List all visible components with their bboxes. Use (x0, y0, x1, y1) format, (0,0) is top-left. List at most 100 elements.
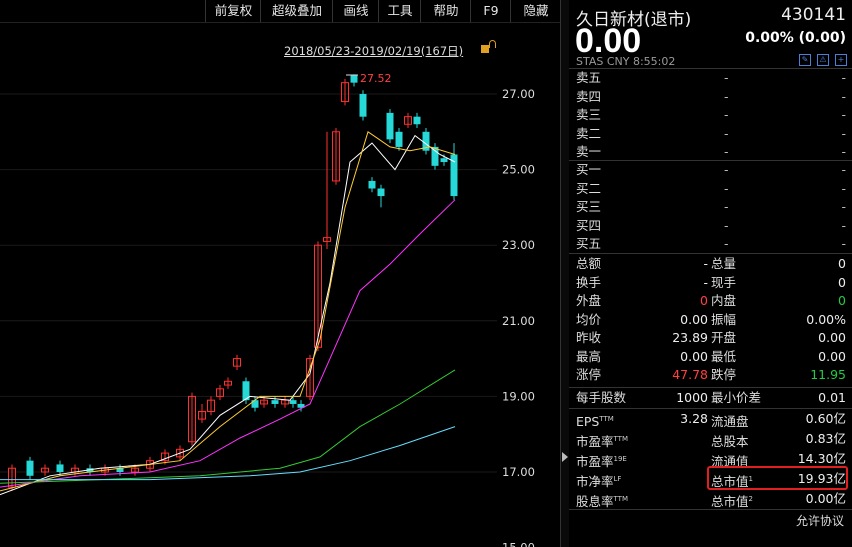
candle-body (386, 112, 394, 140)
orderbook-row[interactable]: 买三 - - (569, 198, 852, 216)
orderbook-level-label: 买三 (576, 199, 602, 214)
stat-label: 昨收 (576, 330, 602, 345)
expand-arrow-icon[interactable] (562, 452, 568, 462)
y-tick-label: 23.00 (502, 238, 535, 252)
orderbook-volume: - (841, 107, 846, 122)
stat-value: 23.89 (672, 330, 708, 345)
stat-label: 外盘 (576, 293, 602, 308)
fundamental-row: 股息率TTM 总市值2 0.00亿 (569, 490, 852, 510)
fundamental-value: 0.60亿 (805, 411, 846, 426)
orderbook-level-label: 卖五 (576, 70, 602, 85)
orderbook-price: - (724, 162, 729, 177)
orderbook-price: - (724, 107, 729, 122)
orderbook-volume: - (841, 162, 846, 177)
fundamental-label: 流通盘 (711, 414, 749, 430)
stat-value: 11.95 (810, 367, 846, 382)
add-icon[interactable]: + (835, 54, 847, 66)
orderbook-level-label: 卖二 (576, 125, 602, 141)
stat-label: 换手 (576, 274, 602, 290)
candle-body (377, 188, 385, 197)
toolbar-button[interactable]: 帮助 (420, 0, 471, 22)
orderbook-level-label: 买二 (576, 180, 602, 196)
kline-chart-area[interactable]: 27.00 25.00 23.00 21.00 19.00 17.00 15.00 27.52… (0, 0, 560, 547)
date-range-label[interactable]: 2018/05/23-2019/02/19(167日) (284, 43, 463, 59)
toolbar-button[interactable]: 工具 (378, 0, 421, 22)
stat-label: 涨停 (576, 367, 602, 382)
stat-label: 均价 (576, 311, 602, 327)
market-cap-highlight (707, 466, 848, 490)
y-tick-label: 21.00 (502, 314, 535, 328)
stat-label: 每手股数 (576, 390, 627, 405)
stat-value: 1000 (676, 390, 708, 405)
orderbook-level-label: 卖三 (576, 107, 602, 122)
lock-icon[interactable] (481, 45, 489, 53)
candle-body (251, 400, 259, 408)
fundamental-row: EPSTTM 3.28 流通盘 0.60亿 (569, 410, 852, 430)
stat-label: 内盘 (711, 293, 737, 308)
toolbar-button[interactable]: 隐藏 (510, 0, 561, 22)
stat-value: - (703, 274, 708, 290)
stat-value: 0.00 (818, 348, 846, 364)
y-tick-label: 19.00 (502, 389, 535, 403)
fundamental-label: 市盈率19E (576, 454, 627, 470)
market-info: STAS CNY 8:55:02 (576, 55, 676, 68)
orderbook-row[interactable]: 卖五 - - (569, 69, 852, 87)
stat-value: - (703, 256, 708, 271)
divider (569, 387, 852, 388)
stat-label: 开盘 (711, 330, 737, 345)
y-tick-label: 17.00 (502, 465, 535, 479)
candle-body (431, 146, 439, 166)
stat-value: 0.00 (680, 311, 708, 327)
orderbook-row[interactable]: 买一 - - (569, 161, 852, 179)
orderbook-row[interactable]: 卖二 - - (569, 125, 852, 143)
kline-chart[interactable]: 27.00 25.00 23.00 21.00 19.00 17.00 15.00 27.52 (0, 0, 560, 547)
orderbook-row[interactable]: 买四 - - (569, 217, 852, 235)
chart-toolbar: 前复权 超级叠加 画线 工具 帮助 F9 隐藏 (0, 0, 560, 23)
orderbook-volume: - (841, 180, 846, 196)
stock-code: 430141 (781, 5, 846, 25)
orderbook-level-label: 买五 (576, 236, 602, 251)
candle-body (26, 460, 34, 476)
fundamental-row: 市盈率TTM 总股本 0.83亿 (569, 430, 852, 449)
stat-label: 最小价差 (711, 390, 762, 405)
stats-row: 外盘 0 内盘 0 (569, 292, 852, 310)
orderbook-row[interactable]: 买二 - - (569, 180, 852, 198)
lock-icon-shackle (489, 40, 496, 48)
candle-body (350, 75, 358, 83)
toolbar-button[interactable]: 超级叠加 (260, 0, 333, 22)
orderbook-price: - (724, 125, 729, 141)
stat-label: 最高 (576, 348, 602, 364)
edit-icon[interactable]: ✎ (799, 54, 811, 66)
candle-body (56, 464, 64, 472)
orderbook-row[interactable]: 卖一 - - (569, 143, 852, 161)
orderbook-price: - (724, 144, 729, 159)
candle-body (395, 131, 403, 147)
orderbook-row[interactable]: 买五 - - (569, 235, 852, 253)
ma5-line (0, 134, 456, 496)
toolbar-button[interactable]: 画线 (332, 0, 379, 22)
toolbar-button[interactable]: 前复权 (205, 0, 261, 22)
stats-row: 昨收 23.89 开盘 0.00 (569, 329, 852, 347)
fundamental-label: 市净率LF (576, 474, 622, 490)
stat-value: 0 (838, 274, 846, 290)
orderbook-level-label: 卖一 (576, 144, 602, 159)
fundamental-value: 0.83亿 (805, 431, 846, 446)
orderbook-row[interactable]: 卖三 - - (569, 106, 852, 124)
orderbook-volume: - (841, 236, 846, 251)
stat-label: 振幅 (711, 311, 737, 327)
ma10-line (0, 131, 456, 492)
orderbook-volume: - (841, 125, 846, 141)
toolbar-button[interactable]: F9 (470, 0, 511, 22)
alert-icon[interactable]: ⚠ (817, 54, 829, 66)
ma20-line (0, 199, 456, 488)
fundamental-label: 总市值2 (711, 494, 753, 510)
orderbook-price: - (724, 217, 729, 233)
divider (569, 509, 852, 510)
y-tick-label: 27.00 (502, 87, 535, 101)
divider (569, 408, 852, 409)
orderbook-level-label: 卖四 (576, 88, 602, 104)
orderbook-volume: - (841, 144, 846, 159)
stat-value: 47.78 (672, 367, 708, 382)
orderbook-volume: - (841, 88, 846, 104)
orderbook-row[interactable]: 卖四 - - (569, 88, 852, 106)
